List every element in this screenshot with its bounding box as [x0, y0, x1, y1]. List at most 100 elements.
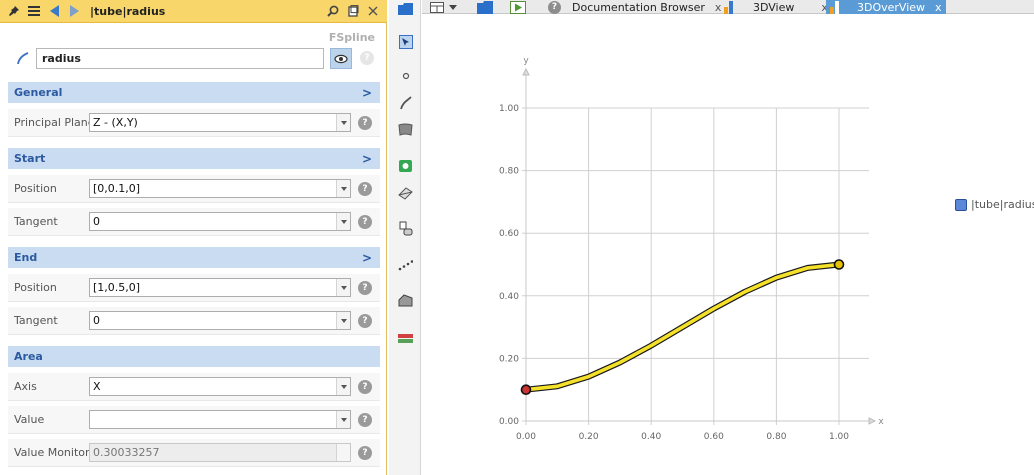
spline-chart[interactable]: 0.00 0.20 0.40 0.60 0.80 1.00 0.00 0.20 0.40 0.60… [422, 15, 1034, 475]
tab-label: 3DOverView [857, 0, 926, 14]
folder-tab-button[interactable] [477, 0, 493, 14]
x-tick-label: 0.80 [766, 432, 786, 442]
view-toggle-icon[interactable] [397, 0, 414, 17]
prop-label: Value Monitor [14, 446, 90, 459]
sketch-icon[interactable] [397, 220, 414, 237]
chevron-right-icon: > [361, 151, 372, 166]
search-icon[interactable] [323, 0, 343, 23]
play-icon [510, 0, 526, 14]
section-title: Start [14, 152, 46, 165]
help-icon[interactable]: ? [358, 281, 372, 295]
combo-value: 0 [93, 215, 100, 228]
plot-view[interactable]: 0.00 0.20 0.40 0.60 0.80 1.00 0.00 0.20 0.40 0.60… [422, 15, 1034, 475]
y-tick-label: 0.20 [499, 354, 519, 364]
chevron-down-icon[interactable] [336, 312, 350, 329]
close-icon[interactable] [363, 0, 383, 23]
row-value: Value ? [8, 406, 380, 434]
y-tick-label: 0.40 [499, 292, 519, 302]
vertical-toolbar [389, 0, 421, 475]
x-tick-label: 0.40 [641, 432, 661, 442]
back-arrow-icon[interactable] [44, 0, 64, 23]
chevron-down-icon[interactable] [336, 114, 350, 131]
visibility-toggle-button[interactable] [330, 48, 352, 69]
end-tangent-combo[interactable]: 0 [89, 311, 351, 330]
help-icon[interactable]: ? [358, 380, 372, 394]
tab-3dview[interactable]: 3DView x [724, 0, 828, 14]
y-tick-label: 1.00 [499, 104, 519, 114]
start-tangent-combo[interactable]: 0 [89, 212, 351, 231]
menu-icon[interactable] [24, 0, 44, 23]
help-icon[interactable]: ? [358, 215, 372, 229]
chevron-down-icon[interactable] [336, 213, 350, 230]
run-button[interactable] [510, 0, 526, 14]
chart-legend[interactable]: |tube|radius [955, 198, 1034, 211]
chevron-down-icon[interactable] [336, 411, 350, 428]
x-tick-label: 0.60 [704, 432, 724, 442]
start-position-combo[interactable]: [0,0.1,0] [89, 179, 351, 198]
region-icon[interactable] [397, 157, 414, 174]
chevron-down-icon[interactable] [336, 378, 350, 395]
combo-value: 0 [93, 314, 100, 327]
help-icon[interactable]: ? [358, 446, 372, 460]
axis-combo[interactable]: X [89, 377, 351, 396]
value-combo[interactable] [89, 410, 351, 429]
tab-bar: ? Documentation Browser x 3DView x 3DOve… [422, 0, 1034, 14]
restore-window-icon[interactable] [343, 0, 363, 23]
spline-icon [16, 51, 30, 68]
help-icon[interactable]: ? [358, 116, 372, 130]
x-axis-arrow [868, 417, 877, 425]
field-button [336, 444, 350, 461]
help-icon[interactable]: ? [358, 314, 372, 328]
x-tick-label: 1.00 [829, 432, 849, 442]
row-principal-plane: Principal Plane Z - (X,Y) ? [8, 109, 380, 137]
prop-label: Tangent [14, 314, 58, 327]
dotted-line-icon[interactable] [397, 256, 414, 273]
plane-icon[interactable] [397, 185, 414, 202]
row-start-tangent: Tangent 0 ? [8, 208, 380, 236]
row-axis: Axis X ? [8, 373, 380, 401]
data-point [807, 267, 809, 269]
curve-icon[interactable] [397, 94, 414, 111]
combo-value: 0.30033257 [93, 446, 160, 459]
chevron-down-icon[interactable] [336, 279, 350, 296]
property-panel: |tube|radius FSpline radius ? General > … [0, 0, 387, 475]
section-area[interactable]: Area [8, 346, 380, 367]
tab-close-icon[interactable]: x [935, 1, 942, 14]
tab-3doverview[interactable]: 3DOverView x [826, 0, 946, 14]
section-end[interactable]: End > [8, 247, 380, 268]
select-region-icon[interactable] [397, 33, 414, 50]
help-icon[interactable]: ? [358, 413, 372, 427]
legend-swatch [955, 198, 967, 211]
tab-close-icon[interactable]: x [715, 1, 722, 14]
principal-plane-combo[interactable]: Z - (X,Y) [89, 113, 351, 132]
object-type-label: FSpline [328, 31, 375, 44]
pin-icon[interactable] [4, 0, 24, 23]
help-icon[interactable]: ? [360, 51, 374, 65]
layers-icon[interactable] [397, 330, 414, 347]
section-start[interactable]: Start > [8, 148, 380, 169]
layout-grid-button[interactable] [430, 0, 457, 14]
x-axis-label: x [878, 417, 884, 427]
data-point [744, 291, 746, 293]
point-icon[interactable] [397, 67, 414, 84]
panel-title: |tube|radius [90, 4, 166, 18]
folder-icon [477, 0, 493, 14]
eraser-icon[interactable] [397, 292, 414, 309]
data-point [588, 375, 590, 378]
help-icon[interactable]: ? [358, 182, 372, 196]
forward-arrow-icon[interactable] [64, 0, 84, 23]
surface-icon[interactable] [397, 121, 414, 138]
legend-label: |tube|radius [971, 198, 1034, 211]
section-general[interactable]: General > [8, 82, 380, 103]
chevron-down-icon[interactable] [336, 180, 350, 197]
row-end-tangent: Tangent 0 ? [8, 307, 380, 335]
prop-label: Position [14, 182, 57, 195]
row-end-position: Position [1,0.5,0] ? [8, 274, 380, 302]
end-position-combo[interactable]: [1,0.5,0] [89, 278, 351, 297]
prop-label: Value [14, 413, 45, 426]
name-field[interactable]: radius [36, 48, 324, 69]
help-circle-icon: ? [548, 0, 561, 14]
combo-value: [0,0.1,0] [93, 182, 141, 195]
eye-icon [334, 54, 348, 63]
tab-documentation-browser[interactable]: ? Documentation Browser x [548, 0, 721, 14]
